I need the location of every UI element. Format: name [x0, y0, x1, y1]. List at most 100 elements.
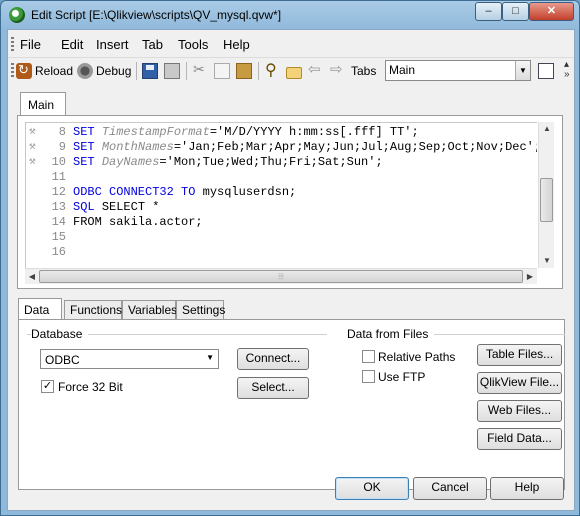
- database-group-label: Database: [31, 327, 89, 341]
- copy-icon: [214, 63, 230, 79]
- connect-button[interactable]: Connect...: [237, 348, 309, 370]
- code-line[interactable]: ⚒ 8 SET TimestampFormat='M/D/YYYY h:mm:ss[…: [26, 125, 536, 140]
- code-line[interactable]: 16: [26, 245, 536, 260]
- cancel-button[interactable]: Cancel: [413, 477, 487, 500]
- tabs-dropdown-value: Main: [389, 63, 416, 77]
- scroll-right-icon[interactable]: ▶: [523, 269, 537, 285]
- tab-variables[interactable]: Variables: [122, 300, 177, 320]
- keyword-token: SET: [73, 125, 102, 139]
- chevron-down-icon[interactable]: ▼: [515, 61, 530, 80]
- qlikview-file-button[interactable]: QlikView File...: [477, 372, 562, 394]
- menu-file[interactable]: File: [20, 37, 41, 52]
- relative-paths-checkbox[interactable]: [362, 350, 375, 363]
- chevron-down-icon: ▼: [206, 353, 214, 362]
- code-text: SET DayNames='Mon;Tue;Wed;Thu;Fri;Sat;Su…: [73, 155, 383, 169]
- toolbar-grip-handle[interactable]: [11, 63, 14, 77]
- tab-settings[interactable]: Settings: [176, 300, 225, 320]
- breakpoint-marker-icon[interactable]: ⚒: [29, 126, 43, 138]
- menu-help[interactable]: Help: [223, 37, 250, 52]
- script-editor-area: Main ⚒ 8 SET TimestampFormat='M/D/YYYY h:m…: [17, 92, 565, 290]
- tab-functions[interactable]: Functions: [64, 300, 122, 320]
- save-button[interactable]: [142, 60, 158, 82]
- use-ftp-checkbox[interactable]: [362, 370, 375, 383]
- table-files-button[interactable]: Table Files...: [477, 344, 562, 366]
- field-data-button[interactable]: Field Data...: [477, 428, 562, 450]
- previous-tab-button[interactable]: [308, 60, 324, 82]
- line-number: 12: [51, 185, 66, 199]
- horizontal-scrollbar[interactable]: ◀ ⦙⦙⦙ ▶: [25, 268, 537, 284]
- cut-button[interactable]: [192, 60, 208, 82]
- maximize-button[interactable]: □: [502, 2, 529, 21]
- line-number: 13: [51, 200, 66, 214]
- tabs-dropdown[interactable]: Main ▼: [385, 60, 531, 81]
- toolbar-separator: [136, 62, 137, 80]
- cut-icon: [192, 61, 208, 79]
- qlikview-app-icon: [9, 7, 25, 23]
- code-line[interactable]: 13 SQL SELECT *: [26, 200, 536, 215]
- help-button[interactable]: Help: [490, 477, 564, 500]
- breakpoint-marker-icon[interactable]: ⚒: [29, 156, 43, 168]
- keyword-token: SQL: [73, 200, 102, 214]
- ok-button[interactable]: OK: [335, 477, 409, 500]
- debug-button[interactable]: Debug: [77, 60, 131, 82]
- toolbar-overflow-chevron-icon[interactable]: ▴»: [564, 60, 574, 84]
- data-from-files-label: Data from Files: [347, 327, 435, 341]
- save-icon: [142, 63, 158, 79]
- line-number: 8: [58, 125, 66, 139]
- menu-grip-handle[interactable]: [11, 37, 14, 51]
- code-line[interactable]: 15: [26, 230, 536, 245]
- menu-tab[interactable]: Tab: [142, 37, 163, 52]
- code-line[interactable]: 12 ODBC CONNECT32 TO mysqluserdsn;: [26, 185, 536, 200]
- select-button[interactable]: Select...: [237, 377, 309, 399]
- line-number: 14: [51, 215, 66, 229]
- script-editor-frame: ⚒ 8 SET TimestampFormat='M/D/YYYY h:mm:ss[…: [17, 115, 563, 289]
- keyword-token: ODBC CONNECT32 TO: [73, 185, 203, 199]
- code-line[interactable]: ⚒ 9 SET MonthNames='Jan;Feb;Mar;Apr;May;Ju…: [26, 140, 537, 155]
- open-folder-button[interactable]: [286, 60, 302, 82]
- copy-button[interactable]: [214, 60, 230, 82]
- checkmark-icon: ✓: [42, 380, 53, 392]
- script-tab-main[interactable]: Main: [20, 92, 66, 116]
- scroll-down-icon[interactable]: ▼: [539, 254, 555, 268]
- find-button[interactable]: [264, 60, 280, 82]
- variable-token: TimestampFormat: [101, 125, 210, 139]
- scroll-left-icon[interactable]: ◀: [25, 269, 39, 285]
- use-ftp-label: Use FTP: [378, 370, 426, 384]
- variable-token: MonthNames: [101, 140, 174, 154]
- tab-data[interactable]: Data: [18, 298, 62, 321]
- breakpoint-marker-icon[interactable]: ⚒: [29, 141, 43, 153]
- data-tab-panel: Database ODBC ▼ Connect... ✓ Force 32 Bi…: [18, 319, 565, 490]
- menu-edit[interactable]: Edit: [61, 37, 83, 52]
- code-line[interactable]: ⚒ 10 SET DayNames='Mon;Tue;Wed;Thu;Fri;Sat…: [26, 155, 536, 170]
- print-icon: [164, 63, 180, 79]
- reload-button[interactable]: Reload: [16, 60, 73, 82]
- reload-label: Reload: [35, 64, 74, 78]
- title-bar[interactable]: Edit Script [E:\Qlikview\scripts\QV_mysq…: [1, 1, 579, 29]
- debug-label: Debug: [96, 64, 132, 78]
- paste-button[interactable]: [236, 60, 252, 82]
- code-line[interactable]: 11: [26, 170, 536, 185]
- code-token: FROM sakila.actor;: [73, 215, 203, 229]
- minimize-button[interactable]: ‒: [475, 2, 502, 21]
- code-line[interactable]: 14 FROM sakila.actor;: [26, 215, 536, 230]
- web-files-button[interactable]: Web Files...: [477, 400, 562, 422]
- paste-icon: [236, 63, 252, 79]
- scroll-up-icon[interactable]: ▲: [539, 122, 555, 136]
- code-text: FROM sakila.actor;: [73, 215, 203, 229]
- relative-paths-label: Relative Paths: [378, 350, 456, 364]
- vertical-scrollbar[interactable]: ▲ ▼: [538, 122, 554, 268]
- vertical-scroll-thumb[interactable]: [540, 178, 553, 222]
- close-button[interactable]: ✕: [529, 2, 574, 21]
- menu-tools[interactable]: Tools: [178, 37, 208, 52]
- table-viewer-button[interactable]: [538, 60, 554, 82]
- database-select[interactable]: ODBC ▼: [40, 349, 219, 369]
- tabs-label: Tabs: [351, 64, 377, 78]
- toolbar: Reload Debug Tabs Main ▼ ▴»: [8, 57, 574, 83]
- force-32-bit-checkbox[interactable]: ✓: [41, 380, 54, 393]
- script-code-editor[interactable]: ⚒ 8 SET TimestampFormat='M/D/YYYY h:mm:ss[…: [25, 122, 537, 268]
- code-token: ='Jan;Feb;Mar;Apr;May;Jun;Jul;Aug;Sep;Oc…: [173, 140, 537, 154]
- print-button[interactable]: [164, 60, 180, 82]
- next-tab-button[interactable]: [330, 60, 346, 82]
- horizontal-scroll-thumb[interactable]: ⦙⦙⦙: [39, 270, 523, 283]
- menu-insert[interactable]: Insert: [96, 37, 129, 52]
